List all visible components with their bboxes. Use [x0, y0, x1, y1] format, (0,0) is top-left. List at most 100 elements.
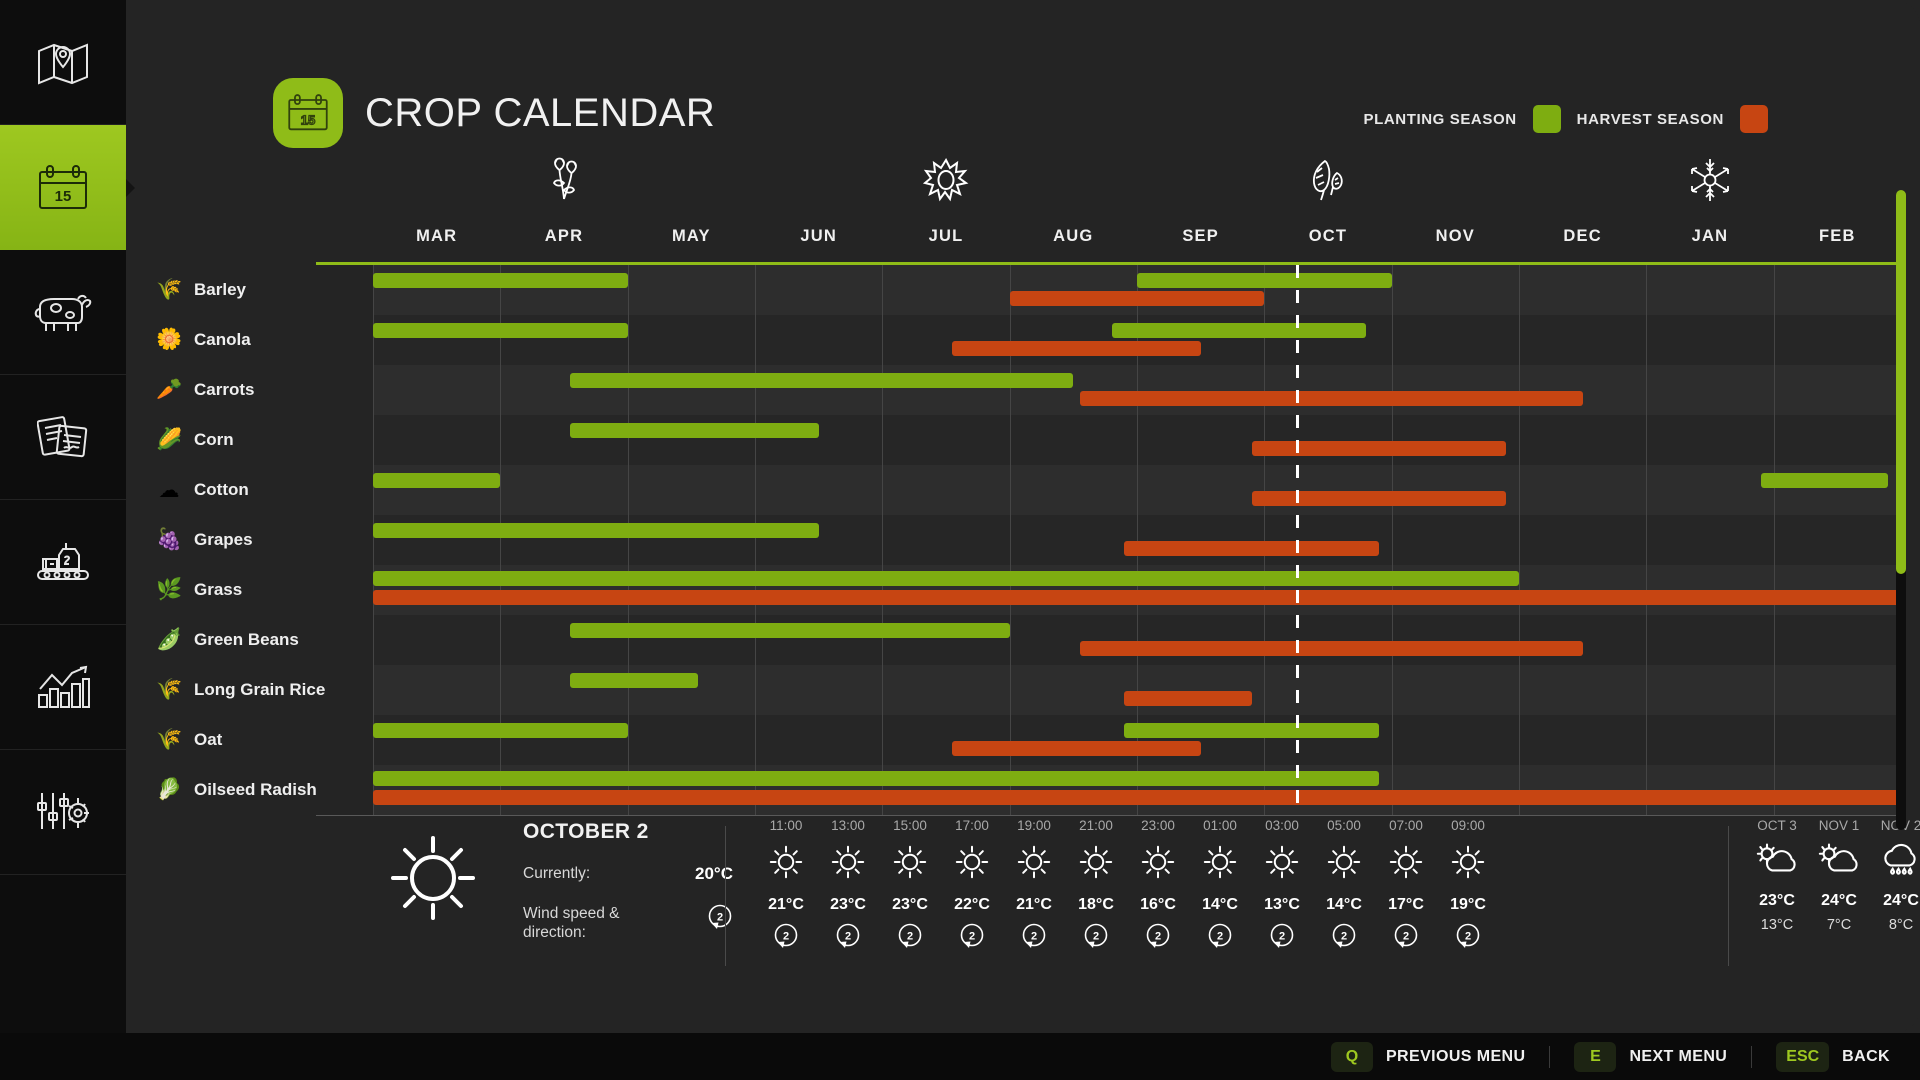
footer-actions: Q PREVIOUS MENU E NEXT MENU ESC BACK	[0, 1033, 1920, 1080]
sidebar-item-calendar[interactable]: 15	[0, 125, 126, 250]
bar-chart-icon	[36, 665, 90, 709]
hour-time: 01:00	[1203, 818, 1237, 833]
harvest-bar[interactable]	[1124, 541, 1379, 556]
planting-bar[interactable]	[373, 771, 1379, 786]
harvest-bar[interactable]	[1009, 291, 1265, 306]
svg-text:2: 2	[907, 931, 913, 943]
hour-time: 09:00	[1451, 818, 1485, 833]
svg-text:2: 2	[969, 931, 975, 943]
planting-bar[interactable]	[373, 273, 628, 288]
crop-row[interactable]: 🥬 Oilseed Radish	[156, 765, 1902, 815]
scrollbar-thumb[interactable]	[1896, 190, 1906, 574]
harvest-bar[interactable]	[1079, 641, 1583, 656]
crop-row[interactable]: 🌾 Oat	[156, 715, 1902, 765]
crop-row[interactable]: ☁ Cotton	[159, 465, 1902, 515]
svg-text:2: 2	[1217, 931, 1223, 943]
sun-icon	[1448, 842, 1488, 887]
calendar-badge-icon: 15	[273, 78, 343, 148]
planting-bar[interactable]	[570, 623, 1010, 638]
planting-bar[interactable]	[373, 323, 628, 338]
svg-text:2: 2	[1465, 931, 1471, 943]
wind-direction-icon: 2	[1021, 923, 1047, 951]
crop-name: Barley	[194, 280, 246, 299]
hour-temp: 14°C	[1202, 896, 1238, 913]
planting-bar[interactable]	[570, 423, 819, 438]
wind-direction-icon: 2	[707, 904, 733, 932]
svg-text:2: 2	[783, 931, 789, 943]
footer-action-back[interactable]: ESC BACK	[1776, 1041, 1890, 1072]
harvest-bar[interactable]	[373, 590, 1901, 605]
month-label-aug: AUG	[1053, 226, 1094, 245]
planting-bar[interactable]	[1111, 323, 1367, 338]
crop-row-label: 🌼 Canola	[128, 315, 373, 365]
crop-calendar-screen: 15 15 CROP CALENDAR PLANTING SEASON HARV…	[0, 0, 1920, 1080]
day-low: 13°C	[1760, 917, 1794, 933]
crop-row-label: 🌿 Grass	[128, 565, 373, 615]
sidebar-item-animals[interactable]	[0, 250, 126, 375]
sidebar-item-contracts[interactable]	[0, 375, 126, 500]
planting-bar[interactable]	[373, 473, 501, 488]
sidebar-item-statistics[interactable]	[0, 625, 126, 750]
crop-name: Canola	[194, 330, 251, 349]
crop-row[interactable]: 🥕 Carrots	[156, 365, 1902, 415]
sun-icon	[383, 828, 483, 933]
crop-row-label: 🌾 Oat	[128, 715, 373, 765]
sun-icon	[1386, 842, 1426, 887]
harvest-bar[interactable]	[1079, 391, 1583, 406]
crop-row-label: 🥬 Oilseed Radish	[128, 765, 373, 815]
crop-row[interactable]: 🌽 Corn	[156, 415, 1902, 465]
harvest-bar[interactable]	[1124, 691, 1252, 706]
footer-action-previous-menu[interactable]: Q PREVIOUS MENU	[1330, 1041, 1525, 1072]
crop-row[interactable]: 🌼 Canola	[156, 315, 1902, 365]
planting-bar[interactable]	[570, 673, 698, 688]
weather-currently-line: Currently: 20°C	[523, 864, 733, 884]
crop-name: Oat	[194, 730, 223, 749]
hour-temp: 22°C	[954, 896, 990, 913]
harvest-bar[interactable]	[373, 790, 1901, 805]
daily-forecast: OCT 323°C13°CNOV 124°C7°CNOV 224°C8°CNOV…	[1746, 818, 1920, 933]
sun-icon	[1138, 842, 1178, 887]
hour-time: 13:00	[831, 818, 865, 833]
month-label-jul: JUL	[928, 226, 964, 245]
crop-icon: 🥕	[156, 378, 183, 401]
svg-text:2: 2	[845, 931, 851, 943]
harvest-bar[interactable]	[1251, 441, 1507, 456]
sun-icon	[766, 842, 806, 887]
sun-icon	[890, 842, 930, 887]
title-block: 15 CROP CALENDAR	[273, 78, 715, 148]
scrollbar-track[interactable]	[1896, 190, 1906, 830]
hour-temp: 19°C	[1450, 896, 1486, 913]
hour-time: 15:00	[893, 818, 927, 833]
sidebar-item-settings[interactable]	[0, 750, 126, 875]
harvest-bar[interactable]	[952, 341, 1201, 356]
weather-current-text: OCTOBER 2 Currently: 20°C Wind speed & d…	[523, 820, 733, 943]
planting-bar[interactable]	[373, 723, 628, 738]
sidebar-item-production[interactable]	[0, 500, 126, 625]
month-header-row: MAR APR MAY JUN JUL AUG SEP OCT NOV DEC JAN FEB	[373, 210, 1901, 262]
crop-row[interactable]: 🫛 Green Beans	[156, 615, 1902, 665]
weather-currently-label: Currently:	[523, 865, 591, 882]
wind-direction-icon: 2	[1207, 923, 1233, 951]
planting-bar[interactable]	[373, 571, 1519, 586]
hour-time: 17:00	[955, 818, 989, 833]
planting-bar[interactable]	[373, 523, 819, 538]
legend-harvest-swatch	[1740, 105, 1768, 133]
planting-bar[interactable]	[1760, 473, 1889, 488]
footer-action-next-menu[interactable]: E NEXT MENU	[1574, 1041, 1727, 1072]
crop-row[interactable]: 🌿 Grass	[156, 565, 1902, 615]
crop-row-label: 🥕 Carrots	[128, 365, 373, 415]
crop-row[interactable]: 🍇 Grapes	[156, 515, 1902, 565]
harvest-bar[interactable]	[952, 741, 1201, 756]
planting-bar[interactable]	[1124, 723, 1379, 738]
planting-bar[interactable]	[570, 373, 1074, 388]
crop-row[interactable]: 🌾 Barley	[156, 265, 1902, 315]
harvest-bar[interactable]	[1251, 491, 1507, 506]
hourly-forecast-item: 15:00 23°C 2	[879, 818, 941, 951]
crop-row[interactable]: 🌾 Long Grain Rice	[156, 665, 1902, 715]
hourly-forecast-item: 01:00 14°C 2	[1189, 818, 1251, 951]
planting-bar[interactable]	[1137, 273, 1392, 288]
crop-icon: 🌾	[156, 278, 183, 301]
hourly-forecast: 11:00 21°C 2 13:00 23°C 2 15:00 23°C 2 17:00 22°C 2…	[755, 818, 1499, 951]
crop-calendar-grid: MAR APR MAY JUN JUL AUG SEP OCT NOV DEC JAN FEB 🌾 Ba…	[156, 155, 1902, 816]
sidebar-item-map[interactable]	[0, 0, 126, 125]
